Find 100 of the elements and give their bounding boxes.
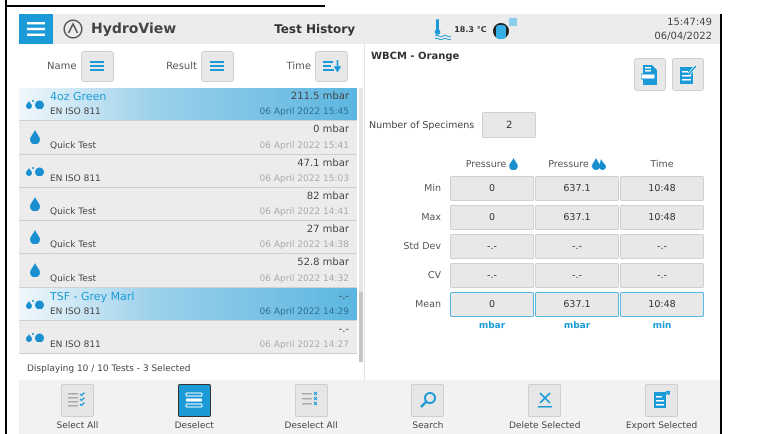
pdf-document-icon [641, 64, 659, 84]
menu-button[interactable] [19, 14, 53, 44]
sort-label: Name [47, 60, 77, 72]
clock-date: 06/04/2022 [654, 30, 712, 42]
temperature-reading: 18.3 °C [454, 24, 487, 34]
test-standard: EN ISO 811 [50, 174, 102, 184]
search-icon [418, 391, 437, 409]
stat-cell: -.- [535, 263, 619, 288]
stat-cell: -.- [620, 234, 704, 259]
export-icon [652, 390, 671, 410]
app-name: HydroView [91, 21, 176, 37]
unit-label: mbar [478, 321, 506, 331]
stat-cell: 10:48 [620, 292, 704, 317]
drop-icon [30, 263, 40, 278]
checklist-icon [68, 391, 86, 409]
test-row[interactable]: EN ISO 811 -.- 06 April 2022 14:27 [19, 320, 357, 354]
clock-time: 15:47:49 [667, 16, 712, 28]
toolbar-button[interactable] [178, 384, 211, 416]
thermometer-icon [434, 18, 452, 40]
column-header: Pressure [466, 158, 506, 170]
test-date: 06 April 2022 15:45 [260, 107, 349, 118]
stat-label: Max [420, 211, 442, 225]
stat-cell: -.- [450, 234, 534, 259]
sort-descending-icon [322, 60, 340, 72]
stat-cell: 10:48 [620, 205, 704, 230]
stat-cell: -.- [450, 263, 534, 288]
stat-cell: 637.1 [535, 205, 619, 230]
test-row[interactable]: Quick Test 82 mbar 06 April 2022 14:41 [19, 188, 357, 221]
test-row[interactable]: TSF - Grey Marl EN ISO 811 -.- 06 April 2022 14:29 [19, 288, 357, 321]
test-result: 0 mbar [313, 124, 349, 136]
toolbar-label: Search [412, 420, 444, 430]
test-date: 06 April 2022 14:27 [260, 340, 349, 350]
sort-button[interactable] [200, 50, 234, 82]
edit-icon [679, 64, 697, 84]
drop-icon [509, 158, 518, 170]
drop-icon [30, 230, 40, 244]
pdf-button[interactable] [634, 58, 666, 91]
page-title: Test History [274, 22, 356, 36]
test-standard: Quick Test [50, 207, 98, 217]
test-result: 211.5 mbar [290, 91, 349, 102]
test-row[interactable]: 4oz Green EN ISO 811 211.5 mbar 06 April 2022 15:45 [19, 88, 357, 122]
stat-cell: 0 [450, 205, 534, 230]
test-row[interactable]: Quick Test 0 mbar 06 April 2022 15:41 [19, 121, 357, 154]
drop-icon [30, 130, 40, 144]
test-standard: Quick Test [50, 140, 98, 150]
drops-icon [26, 332, 44, 342]
test-row[interactable]: Quick Test 52.8 mbar 06 April 2022 14:32 [19, 254, 357, 288]
stat-cell: 0 [450, 176, 534, 201]
list-icon [185, 392, 204, 408]
stat-label: Mean [414, 298, 442, 312]
column-header: Time [650, 158, 674, 170]
toolbar-label: Export Selected [626, 420, 698, 430]
specimens-value: 2 [482, 112, 536, 138]
test-date: 06 April 2022 14:38 [260, 240, 349, 250]
toolbar-label: Deselect All [284, 420, 338, 430]
test-date: 06 April 2022 14:32 [260, 274, 349, 284]
test-result: 27 mbar [306, 224, 349, 235]
test-date: 06 April 2022 14:41 [260, 207, 349, 217]
column-header: Pressure [548, 158, 589, 170]
test-result: 47.1 mbar [297, 158, 349, 168]
list-icon [90, 60, 104, 72]
test-standard: Quick Test [50, 274, 98, 284]
drop-icon [30, 196, 40, 211]
sort-label: Time [286, 60, 311, 72]
test-standard: EN ISO 811 [50, 107, 102, 118]
toolbar-label: Select All [56, 420, 98, 430]
test-result: 52.8 mbar [297, 257, 349, 268]
drops-icon [26, 166, 44, 176]
test-title: WBCM - Orange [371, 51, 460, 64]
logo-icon [63, 19, 83, 39]
drops-icon [592, 158, 606, 170]
toolbar-label: Delete Selected [508, 420, 580, 430]
toolbar-label: Deselect [174, 420, 214, 430]
test-name: TSF - Grey Marl [50, 290, 136, 303]
stat-cell: 637.1 [535, 292, 619, 317]
test-standard: EN ISO 811 [50, 340, 102, 350]
status-text: Displaying 10 / 10 Tests - 3 Selected [26, 363, 192, 374]
drops-icon [26, 99, 44, 110]
test-standard: EN ISO 811 [50, 306, 102, 317]
test-name: 4oz Green [50, 90, 108, 104]
unit-label: min [652, 321, 672, 331]
test-result: -.- [338, 324, 349, 335]
delete-icon [536, 391, 554, 409]
test-standard: Quick Test [50, 240, 98, 250]
stat-label: Std Dev [402, 240, 442, 254]
stat-cell: -.- [620, 263, 704, 288]
stat-cell: 637.1 [535, 176, 619, 201]
test-row[interactable]: Quick Test 27 mbar 06 April 2022 14:38 [19, 221, 357, 254]
unit-label: mbar [562, 321, 592, 331]
specimens-label: Number of Specimens [369, 120, 474, 130]
stat-label: CV [426, 269, 442, 283]
sort-button[interactable] [315, 50, 348, 82]
sort-button[interactable] [80, 50, 114, 82]
stat-cell: 0 [450, 292, 534, 317]
test-result: -.- [338, 290, 349, 302]
test-date: 06 April 2022 15:41 [260, 140, 349, 150]
menu-icon [27, 22, 45, 36]
edit-button[interactable] [672, 58, 704, 91]
list-icon [210, 60, 224, 72]
test-row[interactable]: EN ISO 811 47.1 mbar 06 April 2022 15:03 [19, 154, 357, 188]
